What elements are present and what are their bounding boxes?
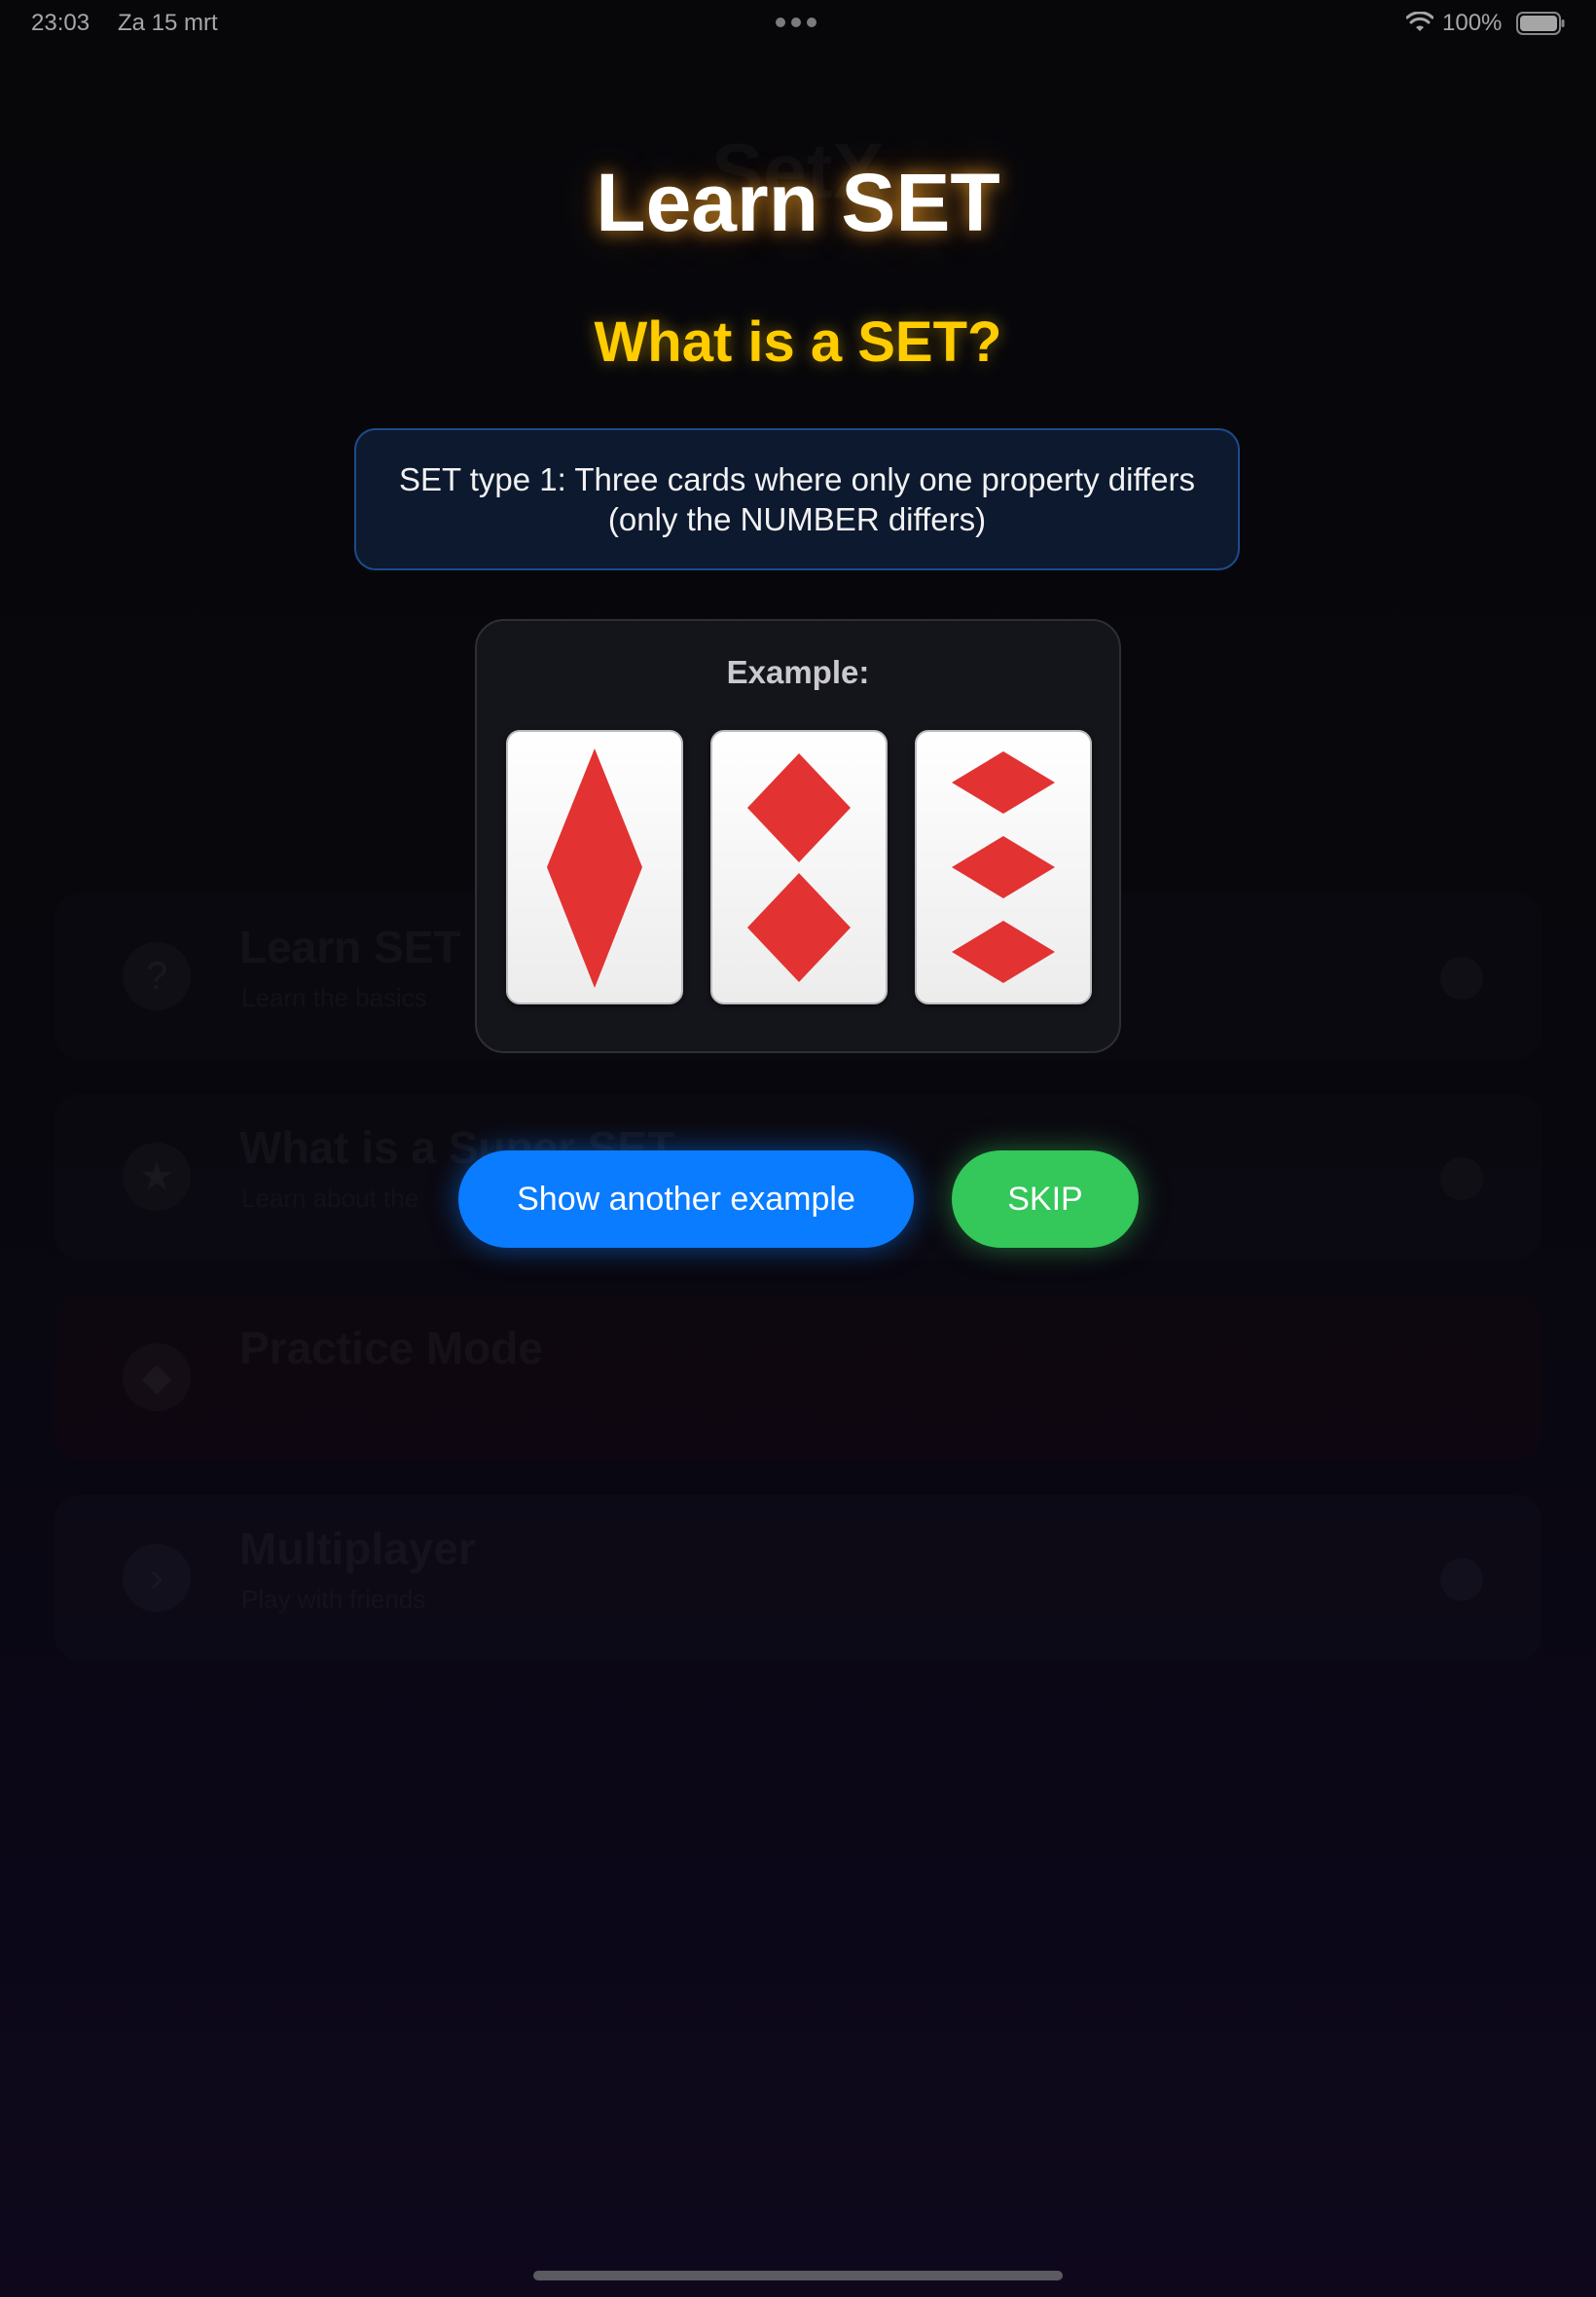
home-indicator[interactable] <box>533 2271 1063 2280</box>
diamond-icon <box>747 753 851 982</box>
description-text: SET type 1: Three cards where only one p… <box>399 459 1195 539</box>
set-card-three-diamonds[interactable] <box>915 730 1092 1004</box>
set-card-one-diamond[interactable] <box>506 730 683 1004</box>
set-card-two-diamonds[interactable] <box>710 730 888 1004</box>
diamond-icon <box>952 751 1055 983</box>
page-title: Learn SET <box>596 157 1000 248</box>
description-line-1: SET type 1: Three cards where only one p… <box>398 461 1196 497</box>
diamond-icon <box>547 748 642 988</box>
description-box: SET type 1: Three cards where only one p… <box>354 428 1240 570</box>
example-label: Example: <box>726 654 870 690</box>
show-another-example-button[interactable]: Show another example <box>458 1150 914 1248</box>
skip-button[interactable]: SKIP <box>952 1150 1139 1248</box>
example-panel: Example: <box>475 619 1121 1053</box>
description-line-2: (only the NUMBER differs) <box>607 501 987 537</box>
section-heading: What is a SET? <box>594 310 1002 374</box>
